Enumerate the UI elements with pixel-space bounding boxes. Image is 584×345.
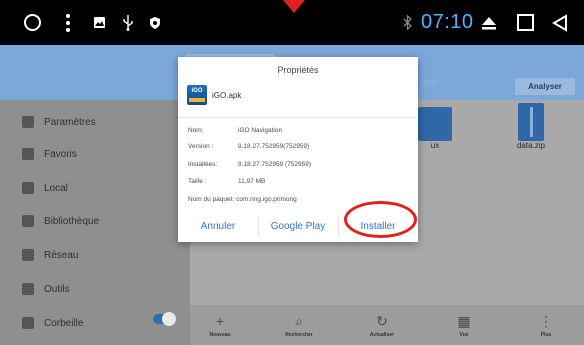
sidebar-item-favorites[interactable]: Favoris [0,139,190,169]
zip-icon[interactable] [518,103,544,141]
grid-icon: ▦ [457,312,471,329]
sidebar-item-label: Local [44,182,68,194]
bottom-action-label: Nouveau [209,331,231,338]
recents-square-icon[interactable] [515,0,535,45]
sidebar-item-label: Bibliothèque [44,215,100,227]
apk-app-icon: iGO [187,85,207,105]
trash-icon [22,317,34,329]
trash-toggle[interactable] [153,312,176,326]
bottom-action-label: Actualiser [369,331,395,338]
google-play-button[interactable]: Google Play [258,211,338,242]
library-icon [22,215,34,227]
sidebar-item-label: Corbeille [44,317,84,329]
property-key: Installées: [188,161,218,168]
sidebar-item-settings[interactable]: Paramètres [0,107,190,137]
property-row: Version : 9.18.27.752959(752959) [188,143,309,150]
file-label: data.zip [516,141,546,150]
sidebar-item-tools[interactable]: Outils [0,274,190,304]
sidebar-item-local[interactable]: Local [0,173,190,203]
clock-time: 07:10 [421,11,474,33]
bottom-action-label: Rechercher [285,331,313,338]
phone-icon [22,182,34,194]
property-row: Taille : 11,97 MB [188,178,265,185]
property-value: com.nng.igo.primong [236,196,297,203]
network-icon [22,249,34,261]
new-button[interactable]: + Nouveau [190,305,250,345]
red-arrow-annotation [283,0,305,13]
view-button[interactable]: ▦ Vue [434,305,494,345]
sidebar: Paramètres Favoris Local Bibliothèque Ré… [0,100,190,345]
refresh-icon: ↻ [376,312,388,329]
property-key: Nom du paquet: [188,196,235,203]
bluetooth-icon [400,0,414,45]
property-key: Taille : [188,178,207,185]
sidebar-item-label: Outils [44,283,70,295]
star-icon [22,148,34,160]
shield-icon [148,0,162,45]
refresh-button[interactable]: ↻ Actualiser [352,305,412,345]
sidebar-item-network[interactable]: Réseau [0,240,190,270]
sidebar-item-library[interactable]: Bibliothèque [0,206,190,236]
sidebar-item-label: Favoris [44,148,77,160]
eject-icon[interactable] [479,0,499,45]
sidebar-item-label: Réseau [44,249,79,261]
property-value: 9.18.27.752959 (752959) [238,161,312,168]
status-bar: 07:10 [0,0,584,45]
bottom-action-label: Vue [459,331,469,338]
sidebar-item-label: Paramètres [44,116,96,128]
red-circle-annotation [344,201,417,238]
property-row: Nom: iGO Navigation [188,127,282,134]
back-triangle-icon[interactable] [550,0,570,45]
plus-icon: + [215,312,225,329]
usb-icon [121,0,135,45]
breadcrumb[interactable]: IGO [423,80,436,87]
sidebar-item-trash[interactable]: Corbeille [0,308,190,338]
wrench-icon [22,283,34,295]
dialog-title: Propriétés [277,65,319,75]
property-value: 9.18.27.752959(752959) [238,143,310,150]
search-icon: ⌕ [295,312,303,329]
property-value: 11,97 MB [238,178,266,185]
analyse-button[interactable]: Analyser [515,78,575,95]
property-key: Version : [188,143,214,150]
file-name: iGO.apk [212,91,242,100]
home-circle-icon[interactable] [22,0,42,45]
property-row: Installées: 9.18.27.752959 (752959) [188,161,311,168]
gear-icon [22,116,34,128]
search-button[interactable]: ⌕ Rechercher [269,305,329,345]
property-key: Nom: [188,127,204,134]
property-value: iGO Navigation [238,127,283,134]
folder-icon[interactable] [418,107,452,141]
app-icon-text: iGO [191,88,203,94]
cancel-button[interactable]: Annuler [178,211,258,242]
more-vert-icon: ⋮ [539,312,553,329]
image-icon [92,0,106,45]
more-button[interactable]: ⋮ Plus [516,305,576,345]
divider [178,117,418,118]
more-vert-icon[interactable] [63,0,73,45]
bottom-action-label: Plus [540,331,552,338]
bottom-action-bar: + Nouveau ⌕ Rechercher ↻ Actualiser ▦ Vu… [190,305,584,345]
property-row-package: Nom du paquet: com.nng.igo.primong [188,196,297,203]
